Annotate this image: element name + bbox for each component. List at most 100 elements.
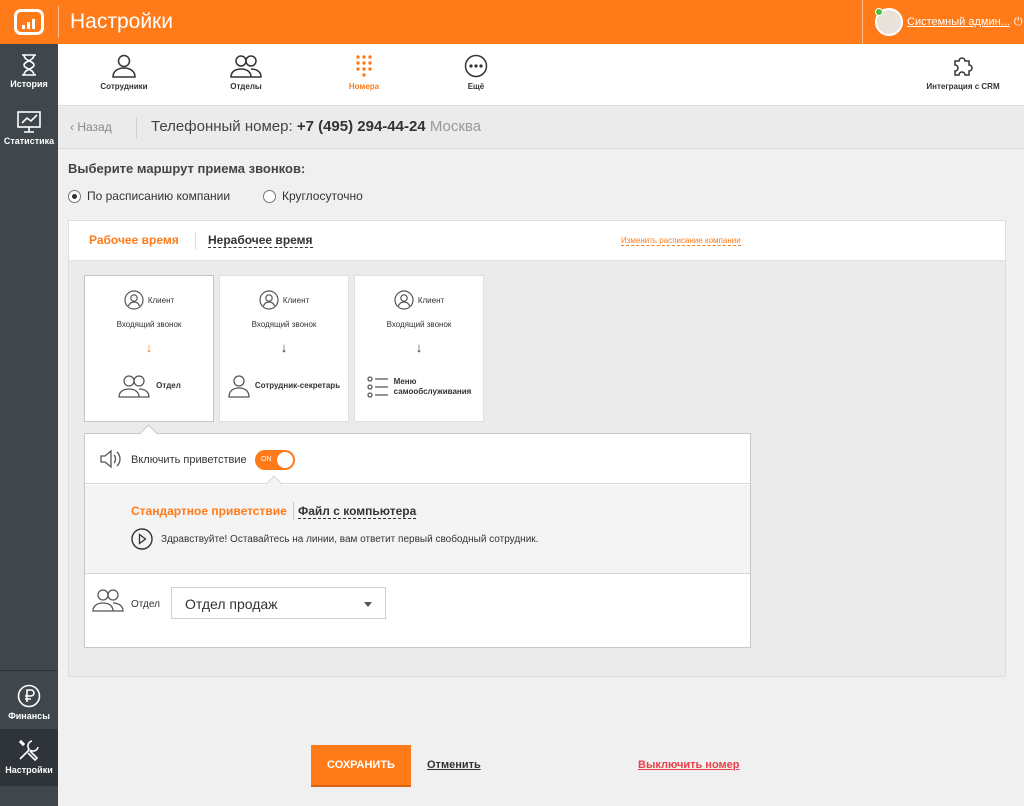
destination-label-line2: самообслуживания <box>393 387 472 396</box>
route-card-ivr-menu[interactable]: Клиент Входящий звонок ↓ Меню самообслужи… <box>354 275 484 422</box>
user-icon <box>112 54 136 78</box>
user-name-link[interactable]: Системный админ... <box>907 16 1010 28</box>
destination-label: Отдел <box>156 381 181 390</box>
tab-file-from-computer[interactable]: Файл с компьютера <box>298 504 417 519</box>
logout-icon[interactable]: ⏻ <box>1014 16 1023 29</box>
breadcrumb-divider <box>136 117 137 139</box>
users-icon <box>118 375 150 398</box>
phone-number-title: Телефонный номер: +7 (495) 294-44-24 Мос… <box>151 118 481 135</box>
radio-label: Круглосуточно <box>282 189 363 203</box>
arrow-down-icon: ↓ <box>145 340 153 355</box>
tab-label: Интеграция с CRM <box>926 82 1000 91</box>
users-icon <box>230 55 262 78</box>
chevron-left-icon: ‹ <box>70 120 74 134</box>
route-title: Выберите маршрут приема звонков: <box>68 161 306 176</box>
arrow-down-icon: ↓ <box>415 340 423 355</box>
ruble-icon <box>17 684 41 708</box>
destination-label: Меню самообслуживания <box>394 377 472 397</box>
settings-nav: Сотрудники Отделы Номера Ещё Интеграция … <box>58 44 1024 106</box>
greeting-toggle[interactable]: ON <box>255 450 295 470</box>
header-divider <box>58 6 59 38</box>
tab-label: Сотрудники <box>100 82 148 91</box>
radio-button[interactable] <box>263 189 276 203</box>
greeting-text: Здравствуйте! Оставайтесь на линии, вам … <box>161 534 539 545</box>
tab-numbers[interactable]: Номера <box>342 54 386 91</box>
caret-down-icon <box>364 602 372 607</box>
tab-label: Ещё <box>467 82 485 91</box>
card-client: Клиент <box>355 290 483 310</box>
client-icon <box>124 290 144 310</box>
sidebar-divider <box>0 670 58 671</box>
card-destination: Сотрудник-секретарь <box>220 374 348 398</box>
save-button[interactable]: СОХРАНИТЬ <box>311 745 411 785</box>
route-panel: Рабочее время Нерабочее время Изменить р… <box>68 220 1006 677</box>
department-select[interactable]: Отдел продаж <box>171 587 386 619</box>
client-label: Клиент <box>282 295 310 305</box>
tools-icon <box>18 739 39 762</box>
sidebar-item-label: Статистика <box>3 136 55 146</box>
sidebar-item-label: История <box>10 79 48 89</box>
user-menu[interactable]: Системный админ... ⏻ <box>862 0 1024 44</box>
change-schedule-link[interactable]: Изменить расписание компании <box>621 236 741 246</box>
card-client: Клиент <box>220 290 348 310</box>
cancel-link[interactable]: Отменить <box>427 759 481 771</box>
client-icon <box>394 290 414 310</box>
back-label: Назад <box>77 120 112 134</box>
page-title: Настройки <box>70 10 173 33</box>
card-destination: Отдел <box>85 374 213 398</box>
radio-button-checked[interactable] <box>68 189 81 203</box>
tab-employees[interactable]: Сотрудники <box>96 54 152 91</box>
users-icon <box>92 589 124 612</box>
route-card-secretary[interactable]: Клиент Входящий звонок ↓ Сотрудник-секре… <box>219 275 349 422</box>
incoming-call-label: Входящий звонок <box>386 320 452 329</box>
card-destination: Меню самообслуживания <box>355 376 483 398</box>
tab-crm-integration[interactable]: Интеграция с CRM <box>920 54 1006 91</box>
destination-label-line1: Меню <box>393 377 417 386</box>
client-label: Клиент <box>417 295 445 305</box>
play-icon[interactable] <box>131 528 153 550</box>
greeting-body: Стандартное приветствие Файл с компьютер… <box>85 485 750 574</box>
toggle-state: ON <box>261 456 272 463</box>
client-icon <box>259 290 279 310</box>
sidebar-item-statistics[interactable]: Статистика <box>0 111 58 146</box>
tab-divider <box>293 502 294 520</box>
tab-working-hours[interactable]: Рабочее время <box>89 233 179 247</box>
toggle-knob <box>277 452 293 468</box>
tab-standard-greeting[interactable]: Стандартное приветствие <box>131 504 287 518</box>
tab-more[interactable]: Ещё <box>461 54 491 91</box>
client-label: Клиент <box>147 295 175 305</box>
chart-icon <box>17 111 41 133</box>
breadcrumb: ‹ Назад Телефонный номер: +7 (495) 294-4… <box>58 107 1024 149</box>
greeting-row: Включить приветствие ON <box>85 434 750 484</box>
tab-departments[interactable]: Отделы <box>218 54 274 91</box>
incoming-call-label: Входящий звонок <box>116 320 182 329</box>
destination-label: Сотрудник-секретарь <box>254 381 341 390</box>
user-icon <box>228 375 250 398</box>
radio-label: По расписанию компании <box>87 189 231 203</box>
radio-schedule[interactable]: По расписанию компании <box>68 189 230 203</box>
tab-label: Отделы <box>230 82 262 91</box>
app-logo[interactable] <box>0 0 58 44</box>
route-card-department[interactable]: Клиент Входящий звонок ↓ Отдел <box>84 275 214 422</box>
online-status-icon <box>875 8 883 16</box>
tab-off-hours[interactable]: Нерабочее время <box>208 233 313 248</box>
sidebar-item-settings[interactable]: Настройки <box>0 729 58 786</box>
route-details: Включить приветствие ON Стандартное прив… <box>84 424 751 648</box>
disable-number-link[interactable]: Выключить номер <box>638 759 740 771</box>
sidebar: История Статистика Финансы Настройки <box>0 44 58 806</box>
arrow-down-icon: ↓ <box>280 340 288 355</box>
radio-24h[interactable]: Круглосуточно <box>263 189 363 203</box>
sidebar-item-label: Финансы <box>8 711 50 721</box>
avatar[interactable] <box>875 8 903 36</box>
back-link[interactable]: ‹ Назад <box>70 120 112 134</box>
incoming-call-label: Входящий звонок <box>251 320 317 329</box>
sidebar-item-finance[interactable]: Финансы <box>0 684 58 721</box>
tab-divider <box>195 232 196 250</box>
department-select-value: Отдел продаж <box>185 596 278 612</box>
sidebar-item-history[interactable]: История <box>0 54 58 89</box>
schedule-tabs: Рабочее время Нерабочее время Изменить р… <box>69 221 1005 261</box>
keypad-icon <box>356 55 372 77</box>
phone-city: Москва <box>429 118 482 135</box>
phone-number: +7 (495) 294-44-24 <box>296 118 426 135</box>
department-row: Отдел Отдел продаж <box>85 575 750 647</box>
